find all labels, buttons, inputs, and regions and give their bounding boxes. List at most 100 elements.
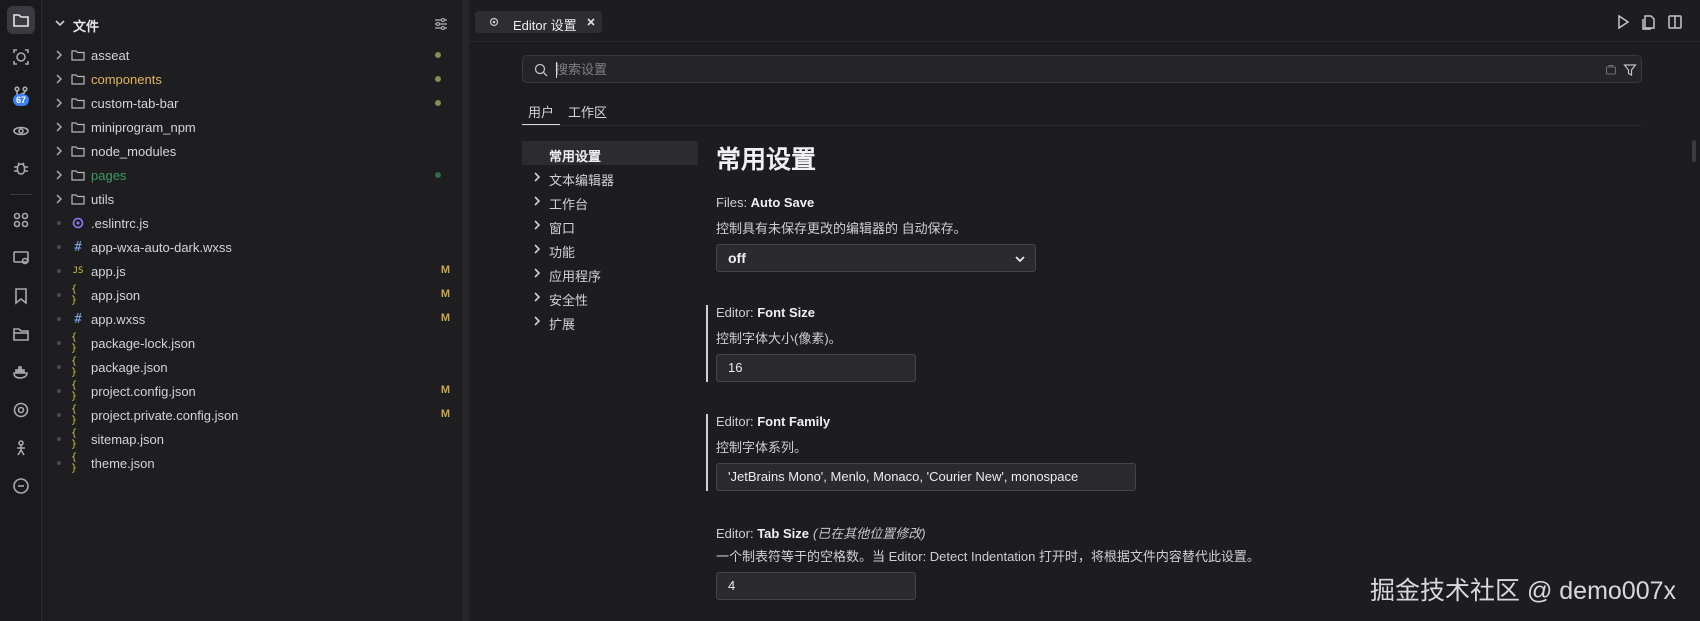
file-name: app-wxa-auto-dark.wxss [91, 240, 232, 255]
panel-sash[interactable] [462, 0, 469, 621]
toc-label: 扩展 [549, 317, 576, 332]
filter-icon[interactable] [1623, 63, 1637, 77]
tree-file[interactable]: .eslintrc.js [42, 211, 462, 235]
tree-folder[interactable]: custom-tab-bar [42, 91, 462, 115]
close-icon[interactable] [585, 16, 597, 28]
debug-icon[interactable] [7, 117, 35, 145]
settings-search-box[interactable] [522, 55, 1642, 83]
bullet [57, 245, 61, 249]
git-change-dot [435, 52, 441, 58]
extensions-icon[interactable] [7, 206, 35, 234]
tree-file[interactable]: { } package-lock.json [42, 331, 462, 355]
toc-item[interactable]: 扩展 [522, 309, 698, 333]
setting-title: Files: Auto Save [716, 195, 815, 210]
toc-item[interactable]: 安全性 [522, 285, 698, 309]
toc-label: 应用程序 [549, 269, 602, 284]
chevron-right-icon [56, 146, 63, 156]
tree-folder[interactable]: miniprogram_npm [42, 115, 462, 139]
bug-icon[interactable] [7, 154, 35, 182]
tree-file[interactable]: { } project.config.json M [42, 379, 462, 403]
network-icon[interactable] [7, 396, 35, 424]
file-name: project.private.config.json [91, 408, 239, 423]
tree-file[interactable]: { } package.json [42, 355, 462, 379]
eslint-icon [71, 216, 85, 230]
open-file-icon[interactable] [1641, 14, 1657, 30]
tree-file[interactable]: # app-wxa-auto-dark.wxss [42, 235, 462, 259]
settings-search-input[interactable] [555, 59, 1555, 79]
tab-divider [522, 125, 1642, 126]
tab-user[interactable]: 用户 [528, 102, 554, 121]
tree-file[interactable]: { } app.json M [42, 283, 462, 307]
tree-file[interactable]: { } sitemap.json [42, 427, 462, 451]
setting-title: Editor: Font Size [716, 305, 815, 320]
font-size-input[interactable]: 16 [716, 354, 916, 382]
puppet-icon[interactable] [7, 434, 35, 462]
docker-icon[interactable] [7, 358, 35, 386]
gear-icon [489, 17, 499, 27]
settings-sliders-icon[interactable] [434, 17, 448, 31]
chevron-right-icon [534, 292, 541, 302]
split-editor-icon[interactable] [1667, 14, 1683, 30]
tree-folder[interactable]: node_modules [42, 139, 462, 163]
folder-icon [71, 96, 85, 110]
bookmark-icon[interactable] [7, 282, 35, 310]
bullet [57, 317, 61, 321]
setting-description: 一个制表符等于的空格数。当 Editor: Detect Indentation… [716, 549, 1260, 564]
chevron-right-icon [56, 74, 63, 84]
tab-editor-settings[interactable]: Editor 设置 [475, 11, 602, 33]
file-name: app.js [91, 264, 126, 279]
tree-file[interactable]: { } theme.json [42, 451, 462, 475]
folder-icon [71, 48, 85, 62]
explorer-header[interactable]: 文件 [42, 10, 462, 38]
clear-filter-icon[interactable] [1605, 64, 1617, 76]
tab-size-input[interactable]: 4 [716, 572, 916, 600]
json-icon: { } [71, 284, 78, 306]
file-name: pages [91, 168, 127, 183]
json-icon: { } [71, 452, 78, 474]
chevron-right-icon [56, 122, 63, 132]
tree-file[interactable]: # app.wxss M [42, 307, 462, 331]
bullet [57, 341, 61, 345]
tree-folder[interactable]: asseat [42, 43, 462, 67]
section-title: 常用设置 [716, 146, 817, 174]
tab-bar: Editor 设置 [469, 0, 1700, 42]
tree-folder[interactable]: components [42, 67, 462, 91]
git-change-dot [435, 100, 441, 106]
font-family-input[interactable]: 'JetBrains Mono', Menlo, Monaco, 'Courie… [716, 463, 1136, 491]
explorer-title: 文件 [73, 19, 100, 34]
toc-item[interactable]: 窗口 [522, 213, 698, 237]
auto-save-select[interactable]: off [716, 244, 1036, 272]
files-icon[interactable] [7, 6, 35, 34]
chevron-right-icon [534, 220, 541, 230]
json-icon[interactable] [7, 472, 35, 500]
folder-icon [71, 168, 85, 182]
toc-item[interactable]: 应用程序 [522, 261, 698, 285]
toc-item[interactable]: 功能 [522, 237, 698, 261]
search-icon[interactable] [7, 43, 35, 71]
folder-icon[interactable] [7, 320, 35, 348]
toc-item[interactable]: 文本编辑器 [522, 165, 698, 189]
tab-workspace[interactable]: 工作区 [568, 102, 607, 121]
bullet [57, 461, 61, 465]
tree-folder[interactable]: utils [42, 187, 462, 211]
toc-item[interactable]: 常用设置 [522, 141, 698, 165]
tree-file[interactable]: JS app.js M [42, 259, 462, 283]
toc-label: 安全性 [549, 293, 589, 308]
tree-folder[interactable]: pages [42, 163, 462, 187]
auto-save-value: off [728, 250, 746, 266]
folder-icon [71, 120, 85, 134]
scrollbar-thumb[interactable] [1692, 140, 1696, 162]
chevron-right-icon [56, 194, 63, 204]
git-status-badge: M [440, 288, 450, 300]
remote-icon[interactable] [7, 244, 35, 272]
bullet [57, 437, 61, 441]
file-name: asseat [91, 48, 130, 63]
tree-file[interactable]: { } project.private.config.json M [42, 403, 462, 427]
toc-item[interactable]: 工作台 [522, 189, 698, 213]
json-icon: { } [71, 332, 78, 354]
run-icon[interactable] [1615, 14, 1631, 30]
file-name: miniprogram_npm [91, 120, 196, 135]
file-name: package.json [91, 360, 168, 375]
file-name: project.config.json [91, 384, 196, 399]
json-icon: { } [71, 356, 78, 378]
